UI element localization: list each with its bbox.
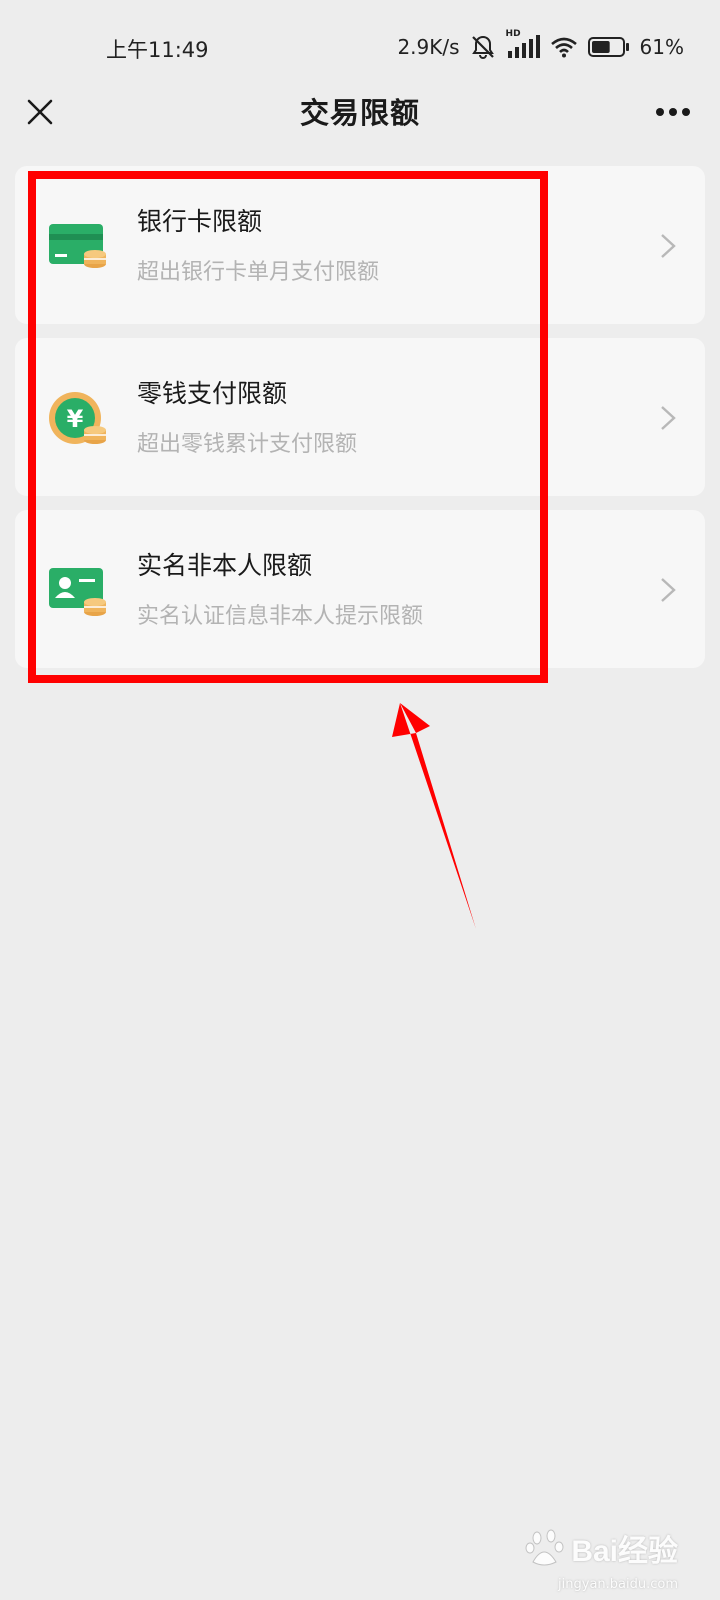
- watermark-url: jingyan.baidu.com: [558, 1577, 678, 1592]
- list-item-bank-card-limit[interactable]: 银行卡限额 超出银行卡单月支付限额: [15, 166, 705, 324]
- bank-card-coins-icon: [49, 224, 106, 268]
- baidu-jingyan-watermark: Bai经验 jingyan.baidu.com: [525, 1526, 678, 1592]
- id-card-coins-icon: [49, 568, 106, 616]
- yuan-coin-icon: ¥: [49, 392, 106, 444]
- item-subtitle: 超出零钱累计支付限额: [137, 432, 358, 457]
- more-dots-icon: [656, 108, 690, 116]
- wifi-icon: [550, 36, 578, 58]
- item-title: 零钱支付限额: [137, 379, 288, 408]
- battery-percent: 61%: [639, 35, 684, 59]
- item-subtitle: 实名认证信息非本人提示限额: [137, 604, 424, 629]
- paw-logo-icon: [525, 1529, 564, 1566]
- list-item-change-payment-limit[interactable]: ¥ 零钱支付限额 超出零钱累计支付限额: [15, 338, 705, 496]
- svg-text:¥: ¥: [67, 405, 84, 433]
- network-speed: 2.9K/s: [397, 35, 460, 59]
- item-title: 银行卡限额: [137, 207, 263, 236]
- status-icons: 2.9K/s HD 61%: [397, 29, 684, 62]
- mute-bell-icon: [470, 34, 496, 60]
- chevron-right-icon: [661, 406, 676, 430]
- list-item-real-name-limit[interactable]: 实名非本人限额 实名认证信息非本人提示限额: [15, 510, 705, 668]
- item-subtitle: 超出银行卡单月支付限额: [137, 260, 380, 285]
- item-title: 实名非本人限额: [137, 551, 313, 580]
- chevron-right-icon: [661, 578, 676, 602]
- hd-badge: HD: [505, 29, 521, 39]
- battery-icon: [587, 36, 630, 58]
- status-time: 上午11:49: [106, 38, 209, 62]
- chevron-right-icon: [661, 234, 676, 258]
- signal-icon: HD: [506, 29, 540, 59]
- page-title: 交易限额: [299, 96, 420, 130]
- header: 交易限额: [0, 72, 720, 152]
- watermark-brand: Bai经验: [571, 1535, 678, 1568]
- more-button[interactable]: [648, 90, 698, 134]
